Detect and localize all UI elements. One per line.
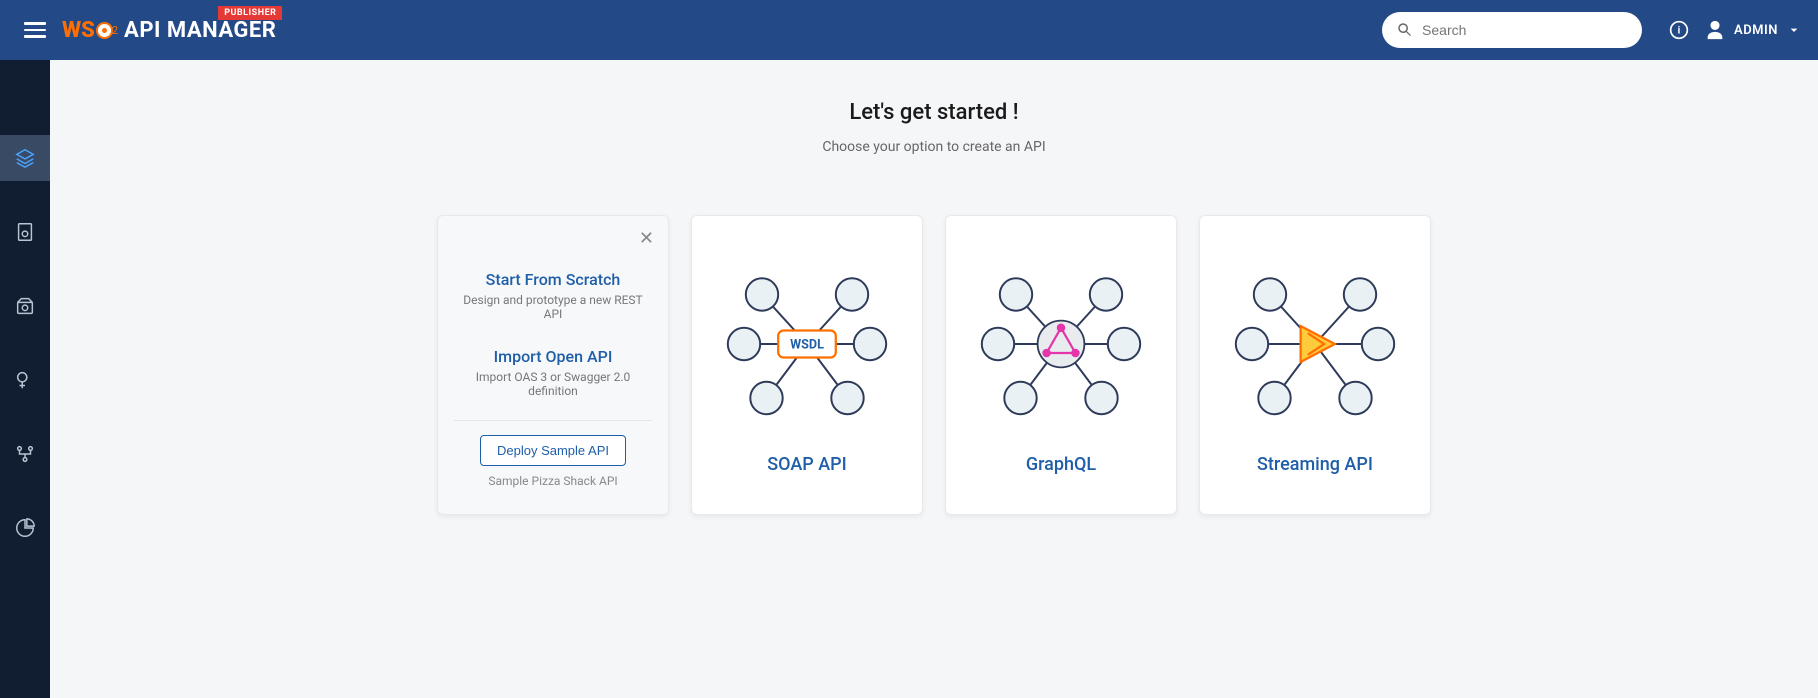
start-from-scratch-sub: Design and prototype a new REST API bbox=[454, 293, 652, 321]
help-icon[interactable]: i bbox=[1660, 11, 1698, 49]
pie-chart-icon bbox=[14, 517, 36, 539]
page-subtitle: Choose your option to create an API bbox=[50, 139, 1818, 155]
card-soap-label: SOAP API bbox=[767, 454, 847, 475]
card-streaming-label: Streaming API bbox=[1257, 454, 1373, 475]
user-name: ADMIN bbox=[1734, 23, 1778, 38]
sidebar-item-analytics[interactable] bbox=[0, 505, 50, 551]
avatar-icon bbox=[1704, 19, 1726, 41]
card-streaming-api[interactable]: Streaming API bbox=[1199, 215, 1431, 515]
svg-text:WSDL: WSDL bbox=[790, 338, 824, 353]
box-gear-icon bbox=[14, 295, 36, 317]
search-container bbox=[1382, 12, 1642, 48]
graphql-diagram-icon bbox=[971, 254, 1151, 434]
logo-ws-text: WS bbox=[62, 18, 95, 43]
menu-icon[interactable] bbox=[16, 14, 54, 46]
sidebar-item-services[interactable] bbox=[0, 209, 50, 255]
logo-o-icon bbox=[96, 22, 113, 39]
close-icon[interactable]: ✕ bbox=[639, 228, 654, 249]
import-openapi-sub: Import OAS 3 or Swagger 2.0 definition bbox=[454, 370, 652, 398]
card-row: ✕ Start From Scratch Design and prototyp… bbox=[50, 215, 1818, 515]
sidebar-item-products[interactable] bbox=[0, 283, 50, 329]
import-openapi-link[interactable]: Import Open API bbox=[494, 347, 613, 366]
main-content: Let's get started ! Choose your option t… bbox=[50, 60, 1818, 698]
card-graphql[interactable]: GraphQL bbox=[945, 215, 1177, 515]
search-icon bbox=[1396, 21, 1414, 39]
flow-icon bbox=[14, 443, 36, 465]
app-name: API MANAGER bbox=[124, 18, 276, 43]
page-title: Let's get started ! bbox=[50, 100, 1818, 125]
publisher-badge: PUBLISHER bbox=[218, 6, 282, 20]
sidebar bbox=[0, 60, 50, 698]
start-from-scratch-link[interactable]: Start From Scratch bbox=[486, 270, 621, 289]
logo-sub-text: 2 bbox=[112, 24, 118, 37]
chevron-down-icon bbox=[1786, 22, 1802, 38]
card-graphql-label: GraphQL bbox=[1026, 454, 1096, 475]
deploy-sample-button[interactable]: Deploy Sample API bbox=[480, 435, 626, 466]
key-icon bbox=[14, 369, 36, 391]
logo[interactable]: PUBLISHER WS 2 API MANAGER bbox=[62, 18, 276, 43]
file-gear-icon bbox=[14, 221, 36, 243]
sidebar-item-scopes[interactable] bbox=[0, 357, 50, 403]
search-input[interactable] bbox=[1422, 22, 1628, 38]
header: PUBLISHER WS 2 API MANAGER i ADMIN bbox=[0, 0, 1818, 60]
streaming-diagram-icon bbox=[1225, 254, 1405, 434]
layout: Let's get started ! Choose your option t… bbox=[0, 60, 1818, 698]
sample-sub: Sample Pizza Shack API bbox=[488, 474, 617, 488]
soap-diagram-icon: WSDL bbox=[717, 254, 897, 434]
svg-text:i: i bbox=[1678, 25, 1681, 36]
sidebar-item-apis[interactable] bbox=[0, 135, 50, 181]
divider bbox=[454, 420, 652, 421]
sidebar-item-policies[interactable] bbox=[0, 431, 50, 477]
user-menu[interactable]: ADMIN bbox=[1704, 19, 1802, 41]
card-rest-api: ✕ Start From Scratch Design and prototyp… bbox=[437, 215, 669, 515]
layers-icon bbox=[14, 147, 36, 169]
card-soap-api[interactable]: WSDL SOAP API bbox=[691, 215, 923, 515]
